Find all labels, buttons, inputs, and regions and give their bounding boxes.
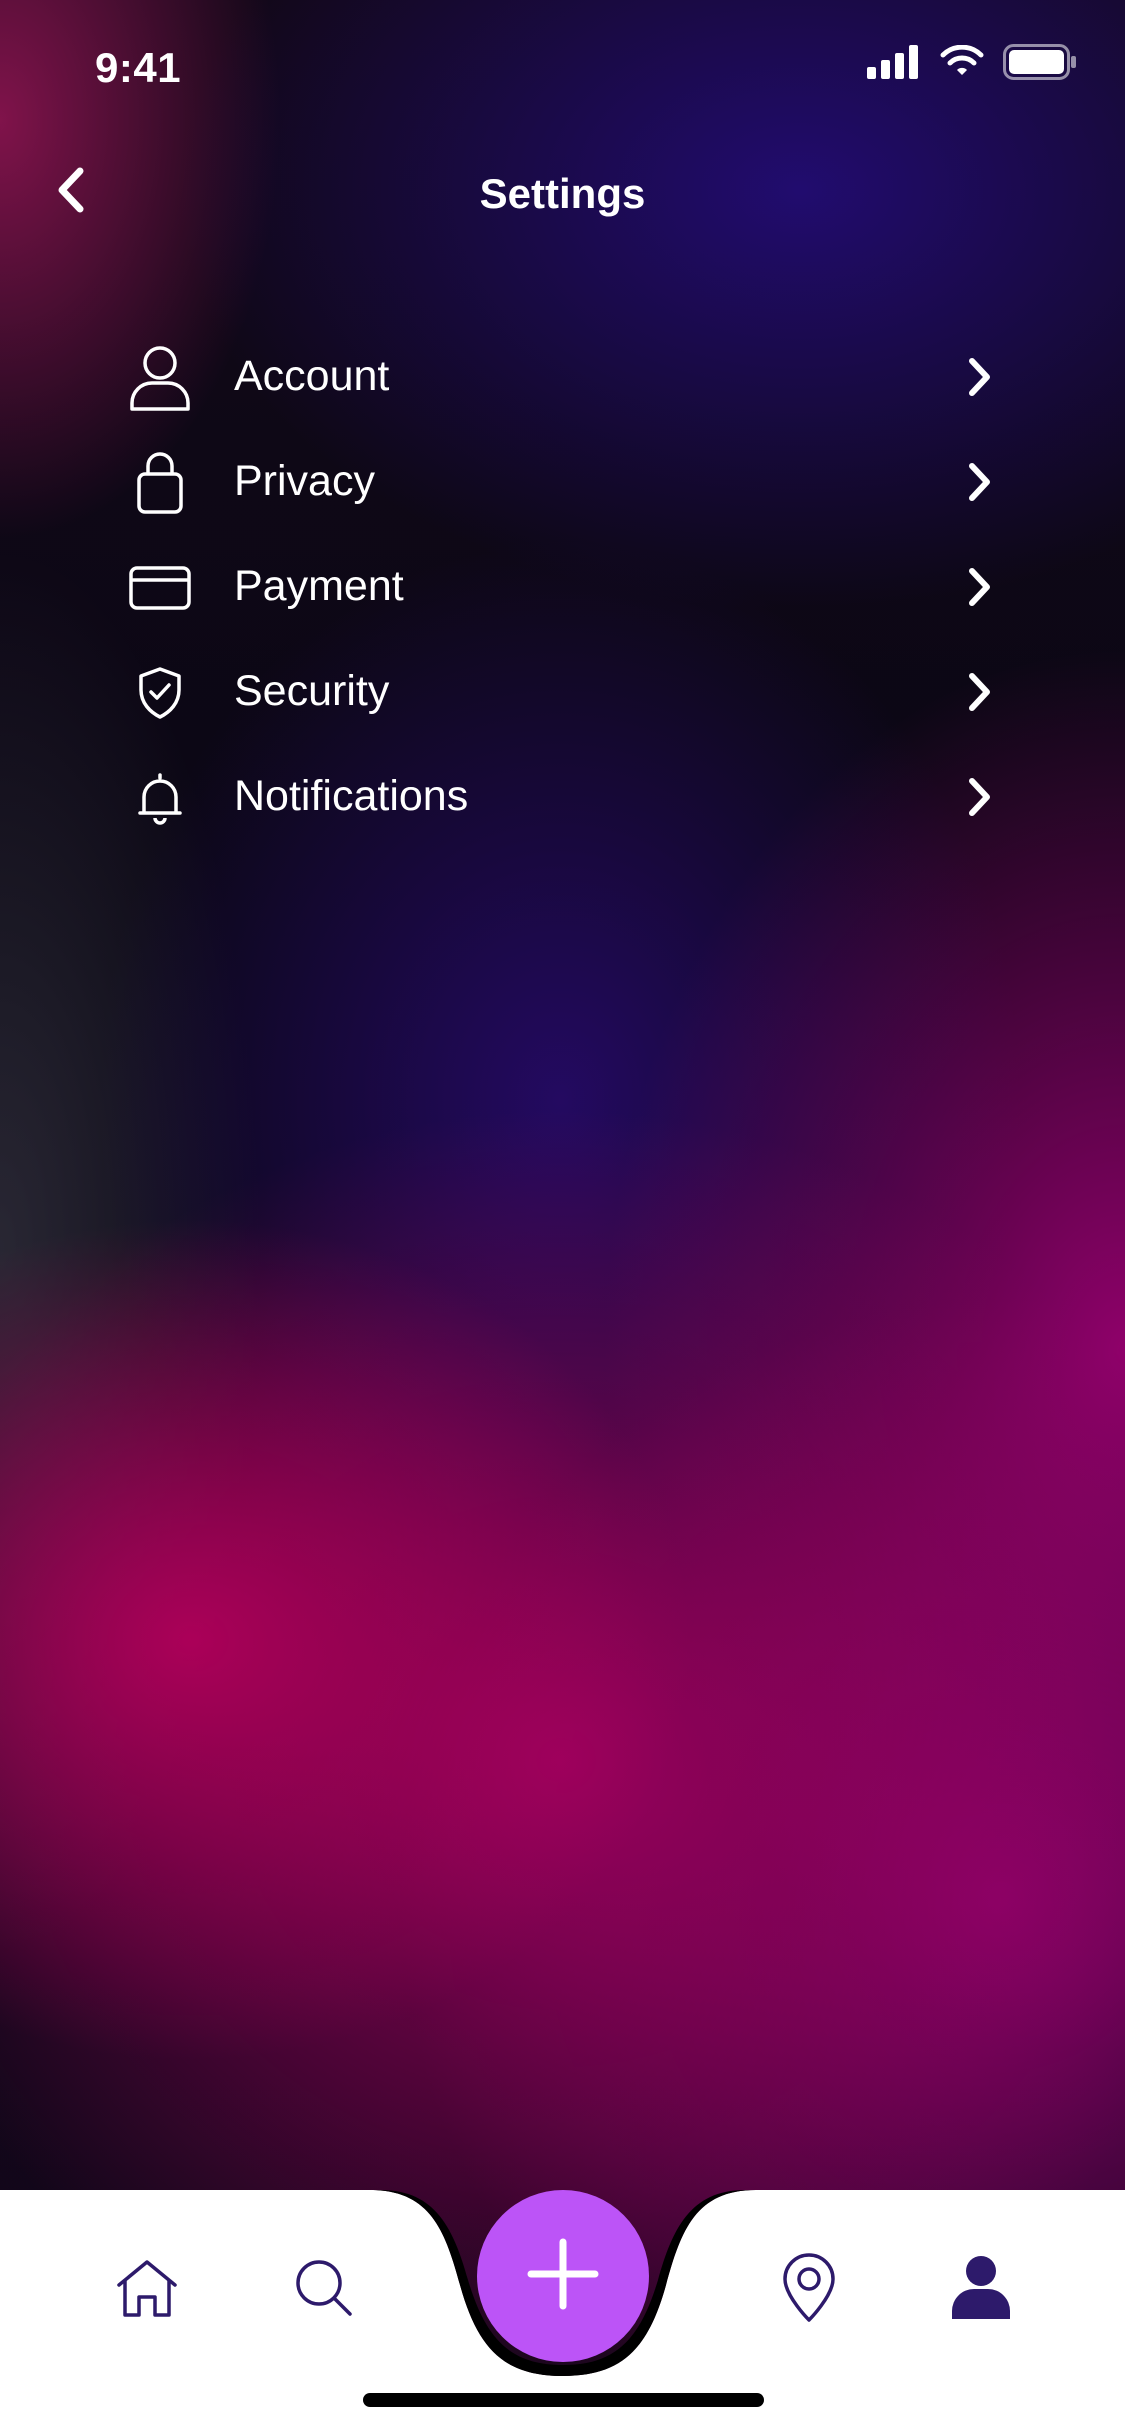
chevron-right-icon: [960, 457, 1000, 507]
settings-item-label: Notifications: [234, 772, 469, 820]
status-icons: [867, 44, 1077, 80]
settings-item-payment[interactable]: Payment: [120, 538, 1000, 638]
settings-item-account[interactable]: Account: [120, 328, 1000, 428]
chevron-right-icon: [960, 772, 1000, 822]
add-button[interactable]: [477, 2190, 649, 2362]
status-time: 9:41: [95, 44, 182, 91]
page-title: Settings: [479, 170, 646, 217]
settings-item-privacy[interactable]: Privacy: [120, 433, 1000, 533]
search-icon: [293, 2257, 355, 2323]
settings-screen: 9:41 Settings Account Privacy Payment Se…: [0, 0, 1125, 2436]
lock-icon: [120, 443, 200, 523]
tab-search[interactable]: [274, 2240, 374, 2340]
chevron-right-icon: [960, 352, 1000, 402]
chevron-right-icon: [960, 667, 1000, 717]
settings-item-label: Account: [234, 352, 390, 400]
profile-icon: [950, 2255, 1012, 2325]
home-icon: [114, 2257, 180, 2323]
status-bar: 9:41: [0, 0, 1125, 132]
location-pin-icon: [780, 2252, 838, 2328]
settings-item-notifications[interactable]: Notifications: [120, 748, 1000, 848]
nav-header: Settings: [0, 150, 1125, 250]
chevron-right-icon: [960, 562, 1000, 612]
tab-location[interactable]: [759, 2240, 859, 2340]
battery-icon: [1003, 44, 1077, 80]
bell-icon: [120, 758, 200, 838]
user-icon: [120, 338, 200, 418]
tab-home[interactable]: [97, 2240, 197, 2340]
wifi-icon: [939, 45, 985, 79]
shield-check-icon: [120, 653, 200, 733]
settings-item-security[interactable]: Security: [120, 643, 1000, 743]
cellular-signal-icon: [867, 45, 921, 79]
settings-item-label: Payment: [234, 562, 404, 610]
settings-item-label: Privacy: [234, 457, 375, 505]
credit-card-icon: [120, 548, 200, 628]
settings-item-label: Security: [234, 667, 390, 715]
home-indicator[interactable]: [363, 2393, 764, 2407]
plus-icon: [527, 2238, 599, 2314]
tab-profile[interactable]: [931, 2240, 1031, 2340]
